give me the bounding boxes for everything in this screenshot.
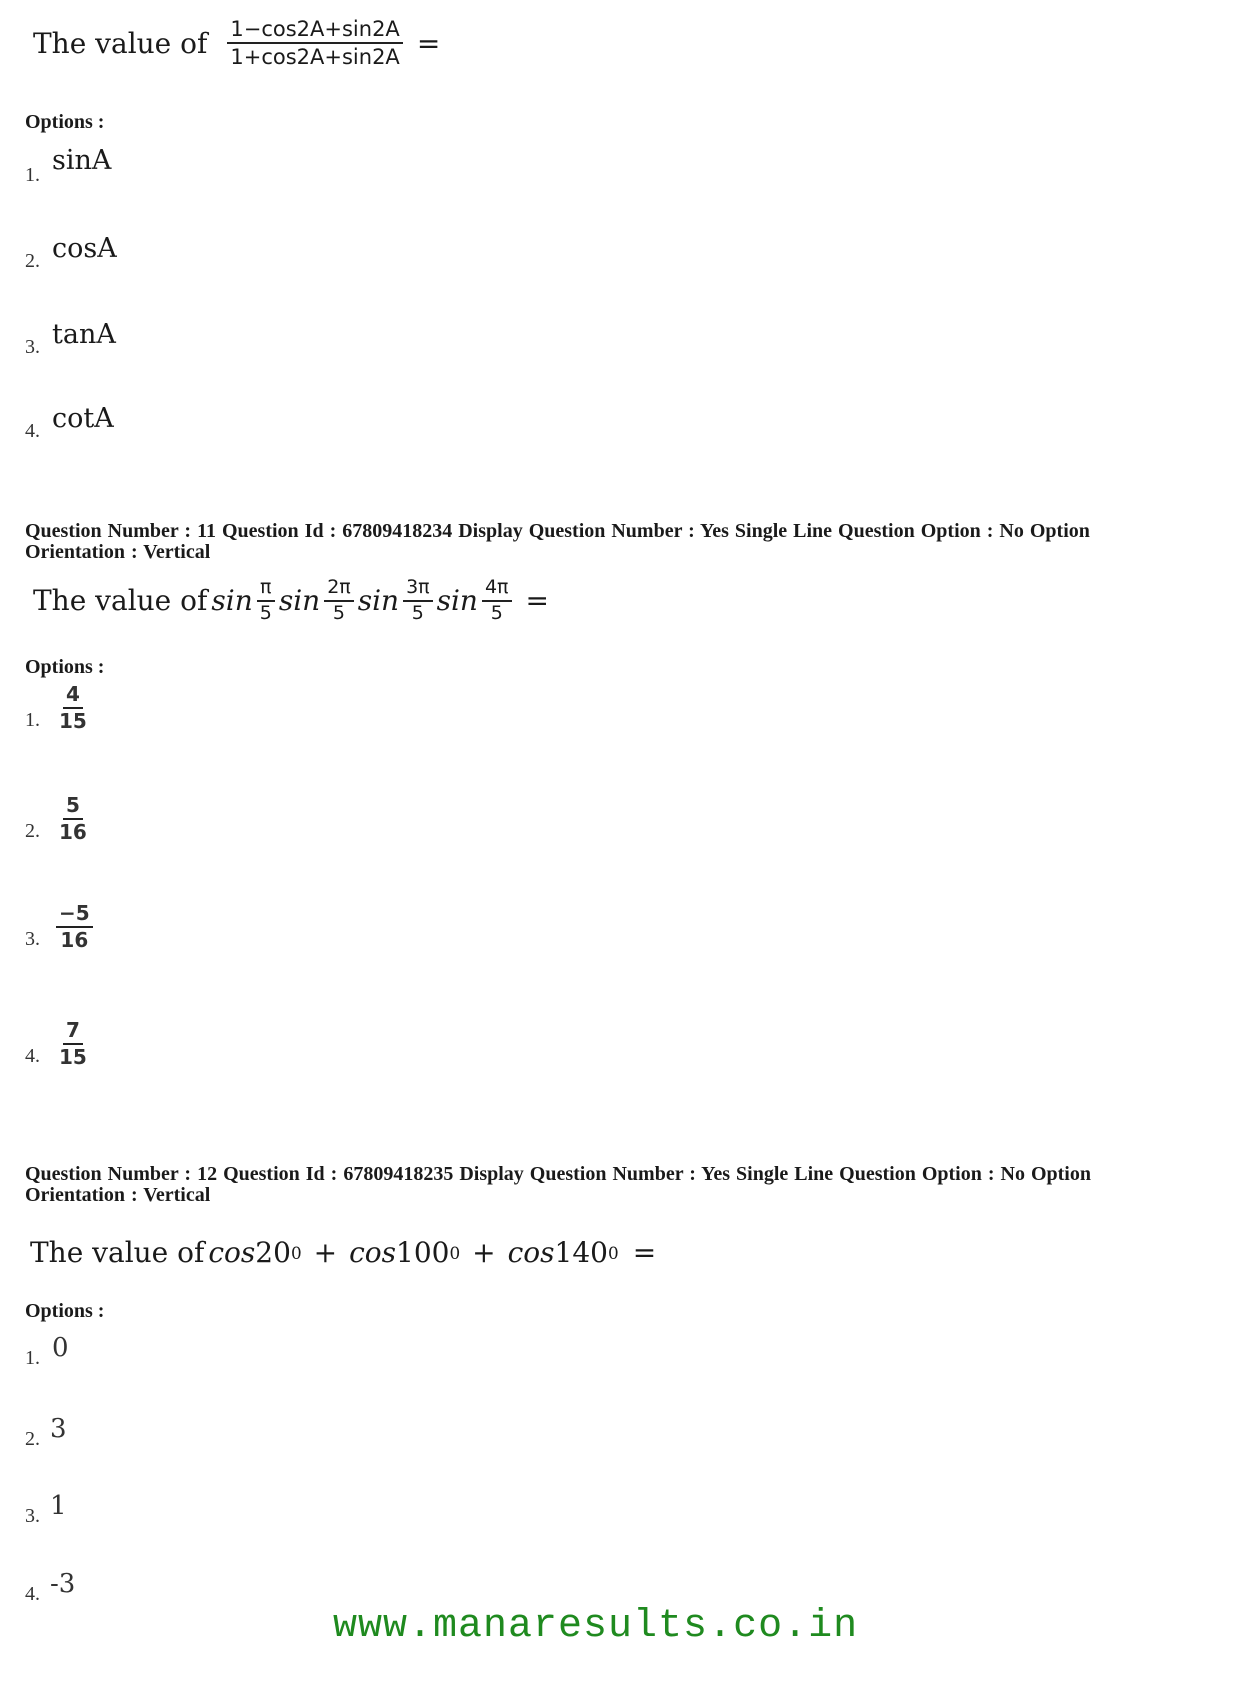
option-1[interactable]: 1. 0 [25, 1333, 69, 1369]
fraction-numerator: 5 [62, 795, 83, 820]
option-number: 2. [25, 820, 40, 842]
stem-prefix: The value of [33, 584, 208, 618]
term-fn: cos [208, 1236, 256, 1269]
option-number: 3. [25, 928, 40, 950]
fraction-numerator: 4 [62, 684, 83, 709]
equals-sign: = [416, 26, 441, 60]
term-angle: 140 [554, 1236, 608, 1269]
option-number: 4. [25, 1583, 40, 1605]
fraction-numerator: 1−cos2A+sin2A [227, 18, 403, 45]
fraction-numerator: 7 [62, 1020, 83, 1045]
option-value: 3 [50, 1414, 67, 1444]
option-2[interactable]: 2. 3 [25, 1414, 67, 1450]
term-angle: 100 [396, 1236, 450, 1269]
option-value: -3 [50, 1569, 76, 1599]
degree-superscript: 0 [290, 1242, 302, 1263]
fraction-denominator: 15 [59, 709, 87, 733]
option-number: 1. [25, 1347, 40, 1369]
fraction-denominator: 5 [411, 601, 424, 624]
option-value: 1 [50, 1491, 67, 1521]
fraction-denominator: 5 [490, 601, 503, 624]
option-fraction: 4 15 [56, 684, 90, 732]
equals-sign: = [525, 584, 549, 618]
fraction-denominator: 16 [59, 820, 87, 844]
option-number: 4. [25, 420, 40, 442]
option-1[interactable]: 1. 4 15 [25, 684, 94, 732]
option-fraction: 7 15 [56, 1020, 90, 1068]
stem-fraction: 1−cos2A+sin2A 1+cos2A+sin2A [227, 18, 403, 70]
fraction-denominator: 16 [60, 928, 89, 952]
option-value: cotA [52, 403, 114, 434]
term-fraction: 4π 5 [481, 577, 512, 624]
term-fn: cos [349, 1236, 397, 1269]
fraction-denominator: 1+cos2A+sin2A [230, 45, 400, 70]
option-1[interactable]: 1. sinA [25, 145, 112, 186]
fraction-denominator: 5 [259, 601, 272, 624]
option-3[interactable]: 3. tanA [25, 319, 116, 358]
option-2[interactable]: 2. cosA [25, 233, 117, 272]
option-value: sinA [52, 145, 112, 176]
option-number: 3. [25, 1505, 40, 1527]
term-fn: sin [436, 584, 478, 618]
term-fraction: π 5 [257, 577, 275, 624]
stem-prefix: The value of [33, 26, 208, 60]
option-number: 3. [25, 336, 40, 358]
option-value: tanA [52, 319, 116, 350]
term-fraction: 2π 5 [324, 577, 354, 624]
term-angle: 20 [255, 1236, 291, 1269]
term-fraction: 3π 5 [403, 577, 433, 624]
option-3[interactable]: 3. 1 [25, 1491, 67, 1527]
term-fn: sin [357, 584, 400, 618]
term-fn: sin [211, 584, 253, 618]
option-number: 2. [25, 1428, 40, 1450]
fraction-numerator: 3π [403, 577, 433, 602]
option-number: 4. [25, 1045, 40, 1067]
option-4[interactable]: 4. cotA [25, 403, 114, 442]
option-fraction: 5 16 [56, 795, 90, 843]
stem-prefix: The value of [30, 1236, 205, 1269]
option-number: 2. [25, 250, 40, 272]
fraction-denominator: 15 [59, 1045, 87, 1069]
option-value: cosA [52, 233, 117, 264]
term-fn: sin [278, 584, 321, 618]
options-label: Options : [25, 656, 105, 678]
option-number: 1. [25, 164, 40, 186]
fraction-numerator: −5 [56, 903, 93, 928]
option-3[interactable]: 3. −5 16 [25, 903, 97, 951]
option-4[interactable]: 4. -3 [25, 1569, 76, 1605]
footer-watermark-link[interactable]: www.manaresults.co.in [333, 1604, 858, 1649]
question-meta-q12: Question Number : 12 Question Id : 67809… [25, 1163, 1091, 1206]
option-value: 0 [52, 1333, 69, 1363]
options-label: Options : [25, 1300, 105, 1322]
option-fraction: −5 16 [56, 903, 93, 951]
option-2[interactable]: 2. 5 16 [25, 795, 94, 843]
question-stem-q10: The value of 1−cos2A+sin2A 1+cos2A+sin2A… [33, 18, 440, 68]
fraction-numerator: π [257, 577, 275, 602]
fraction-denominator: 5 [332, 601, 345, 624]
options-label: Options : [25, 111, 105, 133]
fraction-numerator: 2π [324, 577, 354, 602]
fraction-numerator: 4π [481, 577, 512, 602]
equals-sign: = [632, 1236, 657, 1269]
option-number: 1. [25, 709, 40, 731]
question-stem-q11: The value of sin π 5 sin 2π 5 sin 3π 5 s… [33, 577, 549, 624]
option-4[interactable]: 4. 7 15 [25, 1020, 94, 1068]
question-stem-q12: The value of cos 20 0 + cos 100 0 + cos 14… [30, 1236, 656, 1269]
plus-sign: + [472, 1236, 496, 1269]
degree-superscript: 0 [608, 1242, 619, 1263]
term-fn: cos [507, 1236, 555, 1269]
degree-superscript: 0 [449, 1242, 461, 1263]
question-meta-q11: Question Number : 11 Question Id : 67809… [25, 520, 1090, 563]
plus-sign: + [313, 1236, 338, 1269]
